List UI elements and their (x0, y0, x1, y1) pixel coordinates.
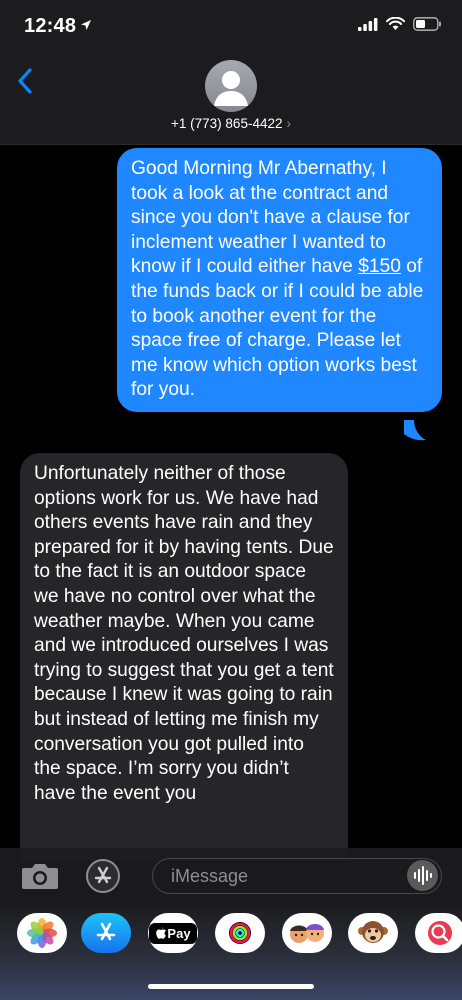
message-input[interactable]: iMessage (152, 858, 442, 894)
app-store-icon[interactable] (81, 913, 131, 953)
contact-info-button[interactable]: +1 (773) 865-4422 › (0, 116, 462, 131)
outgoing-bubble-tail (404, 420, 426, 441)
wifi-icon (386, 16, 405, 36)
apple-logo-icon (156, 927, 167, 939)
cellular-signal-icon (358, 17, 378, 36)
app-store-icon[interactable] (86, 859, 120, 893)
animoji-icon[interactable] (348, 913, 398, 953)
camera-icon[interactable] (20, 861, 60, 896)
outgoing-message-bubble[interactable]: Good Morning Mr Abernathy, I took a look… (117, 148, 442, 412)
apple-pay-label: Pay (167, 925, 191, 941)
message-text: of the funds back or if I could be able … (131, 256, 424, 401)
web-search-icon[interactable] (415, 913, 462, 953)
home-indicator[interactable] (148, 984, 314, 989)
back-chevron-icon[interactable] (12, 66, 42, 96)
incoming-message-bubble[interactable]: Unfortunately neither of those options w… (20, 453, 348, 861)
conversation-header: +1 (773) 865-4422 › (0, 56, 462, 145)
memoji-icon[interactable] (282, 913, 332, 953)
message-composer: iMessage (0, 848, 462, 904)
activity-icon[interactable] (215, 913, 265, 953)
chevron-right-icon: › (286, 116, 291, 131)
message-placeholder: iMessage (171, 866, 249, 886)
contact-avatar[interactable] (205, 60, 257, 112)
battery-icon (413, 17, 442, 36)
amount-link[interactable]: $150 (358, 256, 401, 277)
status-bar: 12:48 (0, 0, 462, 56)
contact-phone: +1 (773) 865-4422 (171, 116, 283, 131)
apple-pay-icon[interactable]: Pay (148, 913, 198, 953)
audio-waveform-icon[interactable] (407, 860, 438, 891)
photos-icon[interactable] (17, 913, 67, 953)
status-time: 12:48 (24, 15, 77, 37)
app-drawer: Pay (0, 904, 462, 1000)
location-arrow-icon (80, 18, 92, 36)
person-silhouette-icon (214, 71, 248, 106)
message-text: Unfortunately neither of those options w… (34, 463, 334, 804)
